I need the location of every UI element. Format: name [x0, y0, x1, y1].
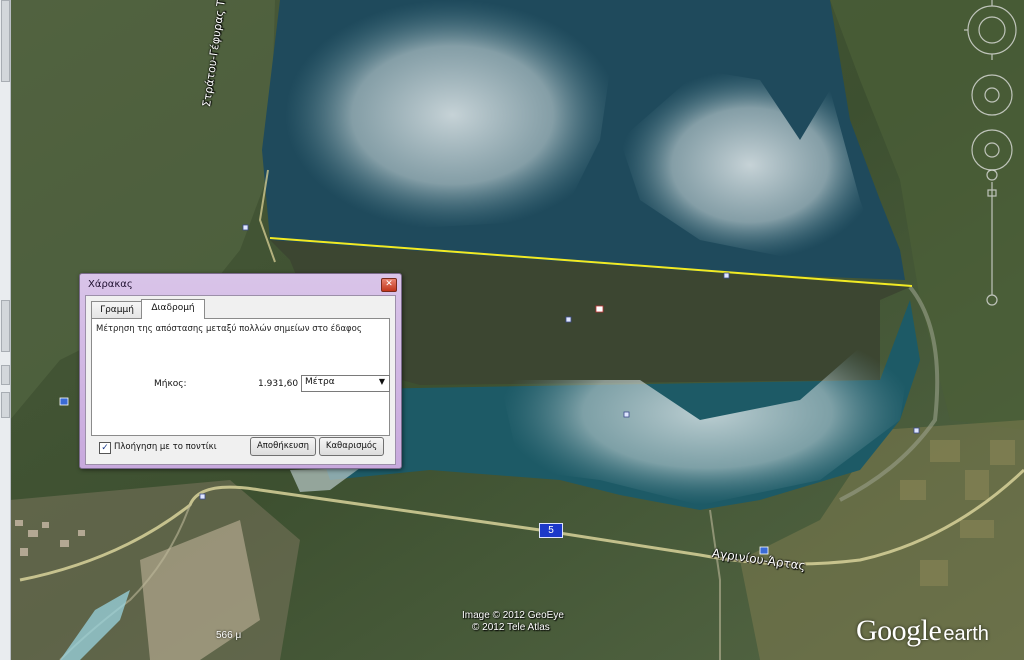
- brand-main: Google: [856, 614, 942, 647]
- save-button[interactable]: Αποθήκευση: [250, 437, 316, 456]
- dialog-body: Γραμμή Διαδρομή Μέτρηση της απόστασης με…: [85, 295, 396, 465]
- length-label: Μήκος:: [154, 379, 187, 389]
- scrollbar-segment[interactable]: [1, 0, 10, 82]
- google-earth-logo: Google earth: [856, 614, 989, 648]
- scrollbar-segment[interactable]: [1, 300, 10, 352]
- navigation-controls[interactable]: [964, 0, 1024, 320]
- credit-line-2: © 2012 Tele Atlas: [472, 622, 550, 633]
- tab-path[interactable]: Διαδρομή: [141, 299, 205, 319]
- sidebar-edge[interactable]: [0, 0, 11, 660]
- description-text: Μέτρηση της απόστασης μεταξύ πολλών σημε…: [96, 324, 362, 334]
- move-joystick-icon[interactable]: [971, 129, 1013, 171]
- tab-panel: Μέτρηση της απόστασης μεταξύ πολλών σημε…: [91, 318, 390, 436]
- unit-select[interactable]: Μέτρα ▼: [301, 375, 390, 392]
- clear-button[interactable]: Καθαρισμός: [319, 437, 384, 456]
- look-joystick-icon[interactable]: [971, 74, 1013, 116]
- mouse-nav-label: Πλοήγηση με το ποντίκι: [114, 442, 217, 452]
- scrollbar-segment[interactable]: [1, 392, 10, 418]
- ruler-dialog[interactable]: Χάρακας ✕ Γραμμή Διαδρομή Μέτρηση της απ…: [79, 273, 402, 469]
- length-value: 1.931,60: [258, 379, 299, 389]
- credit-line-1: Image © 2012 GeoEye: [462, 610, 564, 621]
- chevron-down-icon: ▼: [378, 377, 385, 386]
- tab-line[interactable]: Γραμμή: [91, 301, 143, 319]
- brand-sub: earth: [943, 623, 989, 645]
- mouse-nav-checkbox[interactable]: ✓: [99, 442, 111, 454]
- route-shield: 5: [539, 523, 563, 538]
- compass-icon[interactable]: [964, 0, 1017, 60]
- close-icon[interactable]: ✕: [381, 278, 397, 292]
- scrollbar-segment[interactable]: [1, 365, 10, 385]
- zoom-slider[interactable]: [986, 169, 998, 306]
- dialog-title: Χάρακας: [88, 279, 133, 290]
- elevation-label: 566 μ: [216, 630, 242, 641]
- imagery-credit: Image © 2012 GeoEye © 2012 Tele Atlas: [462, 610, 564, 634]
- unit-select-value: Μέτρα: [305, 377, 335, 387]
